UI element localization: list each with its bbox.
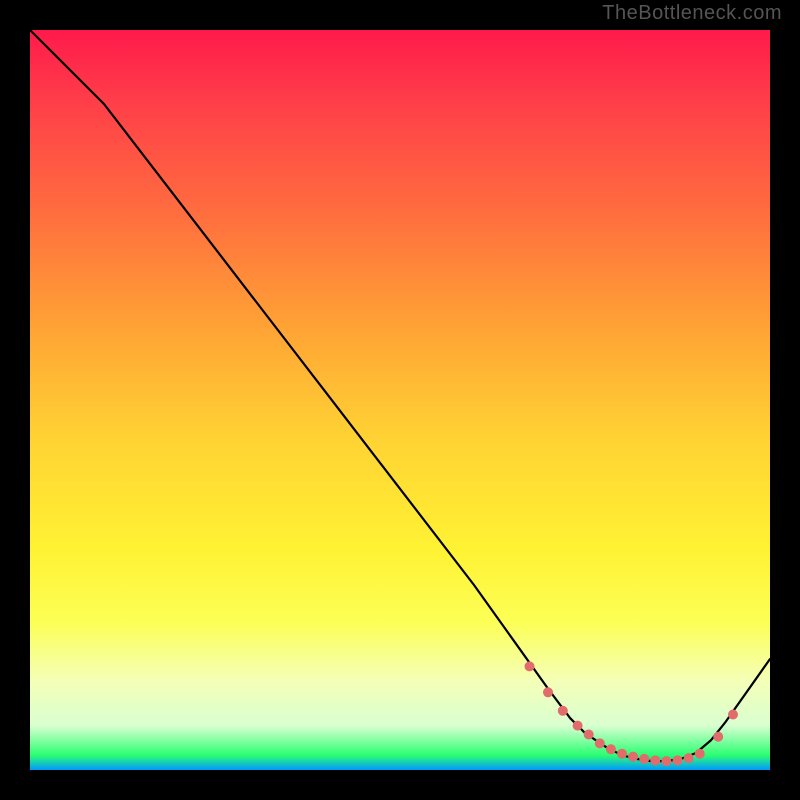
watermark-text: TheBottleneck.com [602, 2, 782, 25]
data-marker [628, 752, 638, 762]
data-marker [673, 755, 683, 765]
bottleneck-curve [30, 30, 770, 761]
data-marker [728, 710, 738, 720]
data-marker [639, 754, 649, 764]
data-marker [695, 749, 705, 759]
chart-container: TheBottleneck.com [0, 0, 800, 800]
data-marker [558, 706, 568, 716]
data-marker [525, 661, 535, 671]
data-marker [713, 732, 723, 742]
plot-area [30, 30, 770, 770]
data-marker [650, 755, 660, 765]
data-marker [573, 721, 583, 731]
data-marker [617, 749, 627, 759]
chart-svg [30, 30, 770, 770]
data-marker [595, 738, 605, 748]
markers-group [525, 661, 739, 766]
data-marker [606, 744, 616, 754]
data-marker [684, 753, 694, 763]
data-marker [543, 687, 553, 697]
data-marker [584, 729, 594, 739]
data-marker [661, 756, 671, 766]
